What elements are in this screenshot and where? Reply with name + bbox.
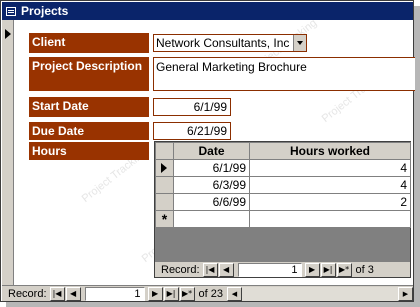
scroll-right-icon[interactable]: ▶ [398, 286, 413, 301]
hours-subform: Date Hours worked 6/1/99 4 6/3/99 4 6/6/… [154, 141, 411, 278]
last-record-button[interactable]: ▶| [320, 262, 336, 277]
form-icon[interactable] [6, 6, 16, 16]
chevron-down-icon[interactable] [293, 35, 306, 51]
subform-record-nav: Record: |◀ ◀ 1 ▶ ▶| ▶* of 3 [155, 262, 410, 277]
subform-record-total: 3 [367, 263, 374, 276]
current-row-icon [161, 163, 167, 173]
client-label: Client [29, 33, 149, 53]
form-record-nav: Record: |◀ ◀ 1 ▶ ▶| ▶* of 23 ◀ ▶ [2, 285, 413, 301]
record-selector[interactable] [2, 20, 14, 285]
hours-cell[interactable] [249, 210, 411, 228]
subform-record-label: Record: [161, 263, 200, 276]
column-header-date[interactable]: Date [173, 142, 250, 160]
next-record-button[interactable]: ▶ [304, 262, 320, 277]
subform-of-label: of [355, 263, 365, 276]
start-date-field[interactable]: 6/1/99 [153, 98, 231, 116]
start-date-label: Start Date [29, 97, 149, 117]
record-total: 23 [210, 287, 223, 300]
client-combo[interactable]: Network Consultants, Inc [153, 34, 307, 52]
hours-cell[interactable]: 2 [249, 193, 411, 211]
first-record-button[interactable]: |◀ [49, 286, 65, 301]
record-number-field[interactable]: 1 [84, 286, 145, 301]
current-record-icon [5, 29, 11, 39]
first-record-button[interactable]: |◀ [202, 262, 218, 277]
hours-cell[interactable]: 4 [249, 159, 411, 177]
due-date-value: 6/21/99 [186, 124, 227, 138]
horizontal-scrollbar[interactable]: ◀ ▶ [226, 286, 413, 301]
window-shadow-right [414, 6, 420, 307]
table-row[interactable]: 6/3/99 4 [155, 176, 411, 194]
of-label: of [198, 287, 208, 300]
row-selector[interactable]: * [155, 210, 174, 228]
description-label: Project Description [29, 57, 149, 91]
select-all-corner[interactable] [155, 142, 174, 160]
date-cell[interactable]: 6/6/99 [173, 193, 250, 211]
new-record-button[interactable]: ▶* [179, 286, 195, 301]
next-record-button[interactable]: ▶ [147, 286, 163, 301]
scroll-left-icon[interactable]: ◀ [226, 286, 242, 301]
table-row[interactable]: 6/1/99 4 [155, 159, 411, 177]
prev-record-button[interactable]: ◀ [218, 262, 234, 277]
hours-cell[interactable]: 4 [249, 176, 411, 194]
record-label: Record: [8, 287, 47, 300]
prev-record-button[interactable]: ◀ [65, 286, 81, 301]
row-selector[interactable] [155, 159, 174, 177]
due-date-label: Due Date [29, 122, 149, 140]
row-selector[interactable] [155, 176, 174, 194]
new-record-row[interactable]: * [155, 210, 411, 228]
description-field[interactable]: General Marketing Brochure [153, 57, 415, 91]
last-record-button[interactable]: ▶| [163, 286, 179, 301]
column-header-hours[interactable]: Hours worked [249, 142, 411, 160]
client-value: Network Consultants, Inc [156, 36, 290, 50]
projects-window: Projects Project Tracking Project Tracki… [0, 0, 415, 302]
start-date-value: 6/1/99 [193, 100, 227, 114]
datasheet-header: Date Hours worked [155, 142, 411, 160]
window-title: Projects [21, 4, 69, 18]
new-record-icon: * [161, 211, 168, 227]
subform-record-number[interactable]: 1 [237, 262, 302, 277]
row-selector[interactable] [155, 193, 174, 211]
due-date-field[interactable]: 6/21/99 [153, 122, 231, 140]
table-row[interactable]: 6/6/99 2 [155, 193, 411, 211]
hours-label: Hours [29, 142, 149, 160]
window-shadow-bottom [6, 302, 420, 307]
date-cell[interactable]: 6/3/99 [173, 176, 250, 194]
date-cell[interactable]: 6/1/99 [173, 159, 250, 177]
date-cell[interactable] [173, 210, 250, 228]
hours-datasheet: Date Hours worked 6/1/99 4 6/3/99 4 6/6/… [155, 142, 411, 228]
description-value: General Marketing Brochure [156, 60, 307, 74]
title-bar[interactable]: Projects [2, 2, 413, 20]
new-record-button[interactable]: ▶* [336, 262, 352, 277]
